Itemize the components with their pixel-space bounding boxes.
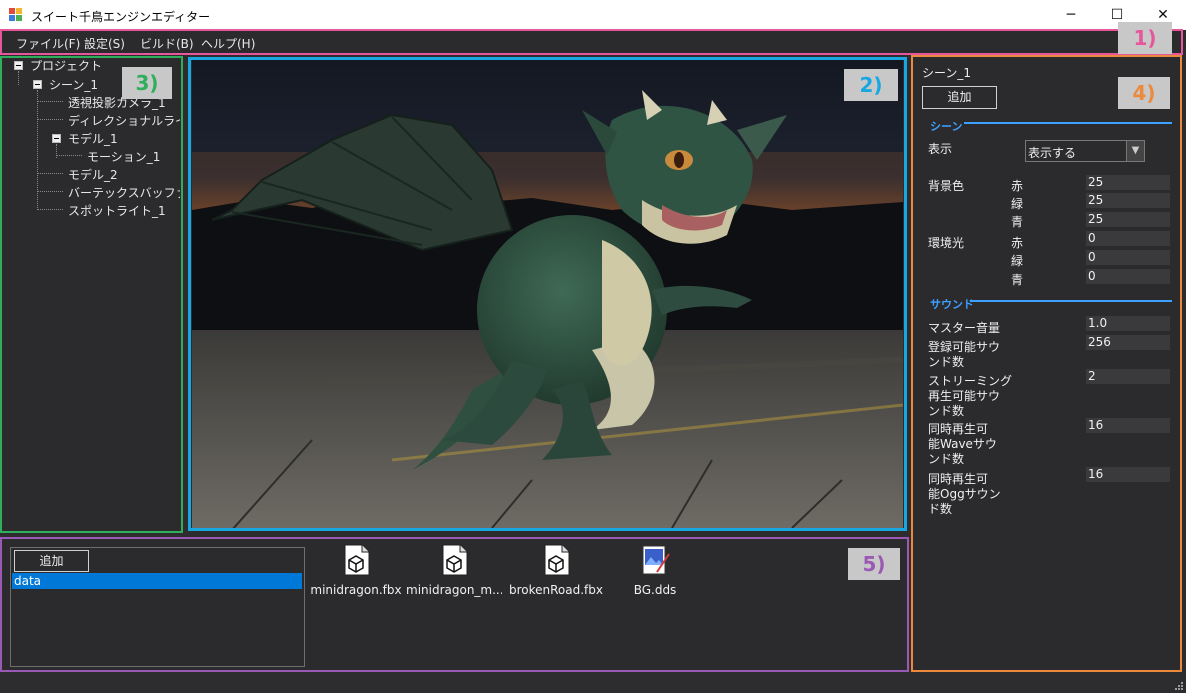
collapse-scene-icon[interactable]	[33, 80, 42, 89]
display-select-value: 表示する	[1028, 146, 1077, 160]
window-title: スイート千鳥エンジンエディター	[31, 10, 211, 24]
scene-viewport[interactable]	[192, 60, 903, 528]
annotation-label-assets: 5)	[848, 548, 900, 580]
tree-node-directional-light[interactable]: ディレクショナルライト_1	[68, 112, 180, 129]
model-file-icon	[544, 544, 570, 576]
resize-grip-icon[interactable]	[1172, 679, 1184, 691]
close-icon: ✕	[1157, 7, 1169, 23]
ambient-red-label: 赤	[1011, 236, 1024, 250]
asset-item[interactable]: brokenRoad.fbx	[508, 544, 604, 597]
menu-file[interactable]: ファイル(F)	[16, 35, 80, 52]
tree-node-model-2[interactable]: モデル_2	[68, 166, 118, 183]
dragon-render-image	[192, 60, 903, 528]
ambient-green-field[interactable]: 0	[1086, 250, 1170, 265]
collapse-model-icon[interactable]	[52, 134, 61, 143]
master-volume-field[interactable]: 1.0	[1086, 316, 1170, 331]
asset-name: BG.dds	[633, 583, 677, 597]
scene-tree: プロジェクト シーン_1 透視投影カメラ_1 ディレクショナルライト_1 モデル…	[3, 57, 180, 531]
asset-item[interactable]: minidragon.fbx	[308, 544, 404, 597]
tree-node-model-1[interactable]: モデル_1	[68, 130, 118, 147]
menu-bar: ファイル(F) 設定(S) ビルド(B) ヘルプ(H)	[0, 30, 1186, 54]
wave-label-3: ンド数	[928, 452, 965, 466]
asset-item[interactable]: minidragon_m...	[406, 544, 502, 597]
bg-green-field[interactable]: 25	[1086, 193, 1170, 208]
ambient-label: 環境光	[928, 236, 965, 250]
display-select[interactable]: 表示する ▼	[1025, 140, 1145, 162]
bg-red-field[interactable]: 25	[1086, 175, 1170, 190]
bg-blue-label: 青	[1011, 215, 1024, 229]
asset-browser: 追加 data minidragon.fbx minidragon_m... b…	[3, 540, 906, 670]
annotation-label-tree: 3)	[122, 67, 172, 99]
tree-node-vertex-buffer[interactable]: バーテックスバッファ3D_1	[68, 184, 180, 201]
properties-panel: シーン_1 追加 シーン 表示 表示する ▼ 背景色 赤 25 緑 25 青 2…	[914, 57, 1180, 670]
tree-node-scene[interactable]: シーン_1	[49, 76, 98, 93]
status-bar	[0, 673, 1186, 693]
image-file-icon	[642, 545, 670, 575]
tree-node-motion[interactable]: モーション_1	[87, 148, 160, 165]
properties-header: シーン_1	[922, 66, 972, 80]
menu-help[interactable]: ヘルプ(H)	[201, 35, 255, 52]
ogg-label-3: ド数	[928, 502, 953, 516]
annotation-label-properties: 4)	[1118, 77, 1170, 109]
bg-blue-field[interactable]: 25	[1086, 212, 1170, 227]
asset-name: minidragon_m...	[406, 583, 502, 597]
bg-green-label: 緑	[1011, 197, 1024, 211]
bg-red-label: 赤	[1011, 179, 1024, 193]
ambient-blue-label: 青	[1011, 273, 1024, 287]
ambient-blue-field[interactable]: 0	[1086, 269, 1170, 284]
asset-name: minidragon.fbx	[310, 583, 402, 597]
chevron-down-icon[interactable]: ▼	[1126, 141, 1144, 161]
display-label: 表示	[928, 142, 953, 156]
section-scene: シーン	[930, 120, 963, 133]
minimize-button[interactable]: ─	[1048, 0, 1094, 30]
annotation-label-menu: 1)	[1118, 22, 1172, 54]
collapse-project-icon[interactable]	[14, 61, 23, 70]
bg-color-label: 背景色	[928, 179, 965, 193]
asset-name: brokenRoad.fbx	[508, 583, 603, 597]
ambient-green-label: 緑	[1011, 254, 1024, 268]
master-volume-label: マスター音量	[928, 321, 1001, 335]
ogg-field[interactable]: 16	[1086, 467, 1170, 482]
model-file-icon	[344, 544, 370, 576]
folder-list: 追加 data	[10, 547, 305, 667]
model-file-icon	[442, 544, 468, 576]
streaming-field[interactable]: 2	[1086, 369, 1170, 384]
maximize-icon: ☐	[1110, 7, 1124, 23]
registrable-field[interactable]: 256	[1086, 335, 1170, 350]
ambient-red-field[interactable]: 0	[1086, 231, 1170, 246]
wave-field[interactable]: 16	[1086, 418, 1170, 433]
section-sound: サウンド	[930, 298, 974, 311]
menu-settings[interactable]: 設定(S)	[84, 35, 125, 52]
add-folder-button[interactable]: 追加	[14, 550, 89, 572]
tree-node-project[interactable]: プロジェクト	[30, 57, 102, 74]
tree-node-spotlight[interactable]: スポットライト_1	[68, 202, 166, 219]
title-bar: スイート千鳥エンジンエディター ─ ☐ ✕	[0, 0, 1186, 30]
minimize-icon: ─	[1066, 7, 1076, 23]
registrable-label-2: ンド数	[928, 355, 965, 369]
annotation-label-viewport: 2)	[844, 69, 898, 101]
add-component-button[interactable]: 追加	[922, 86, 997, 109]
app-icon	[9, 8, 22, 21]
folder-item-data[interactable]: data	[12, 573, 302, 589]
streaming-label-3: ンド数	[928, 404, 965, 418]
asset-item[interactable]: BG.dds	[607, 544, 703, 597]
menu-build[interactable]: ビルド(B)	[140, 35, 194, 52]
